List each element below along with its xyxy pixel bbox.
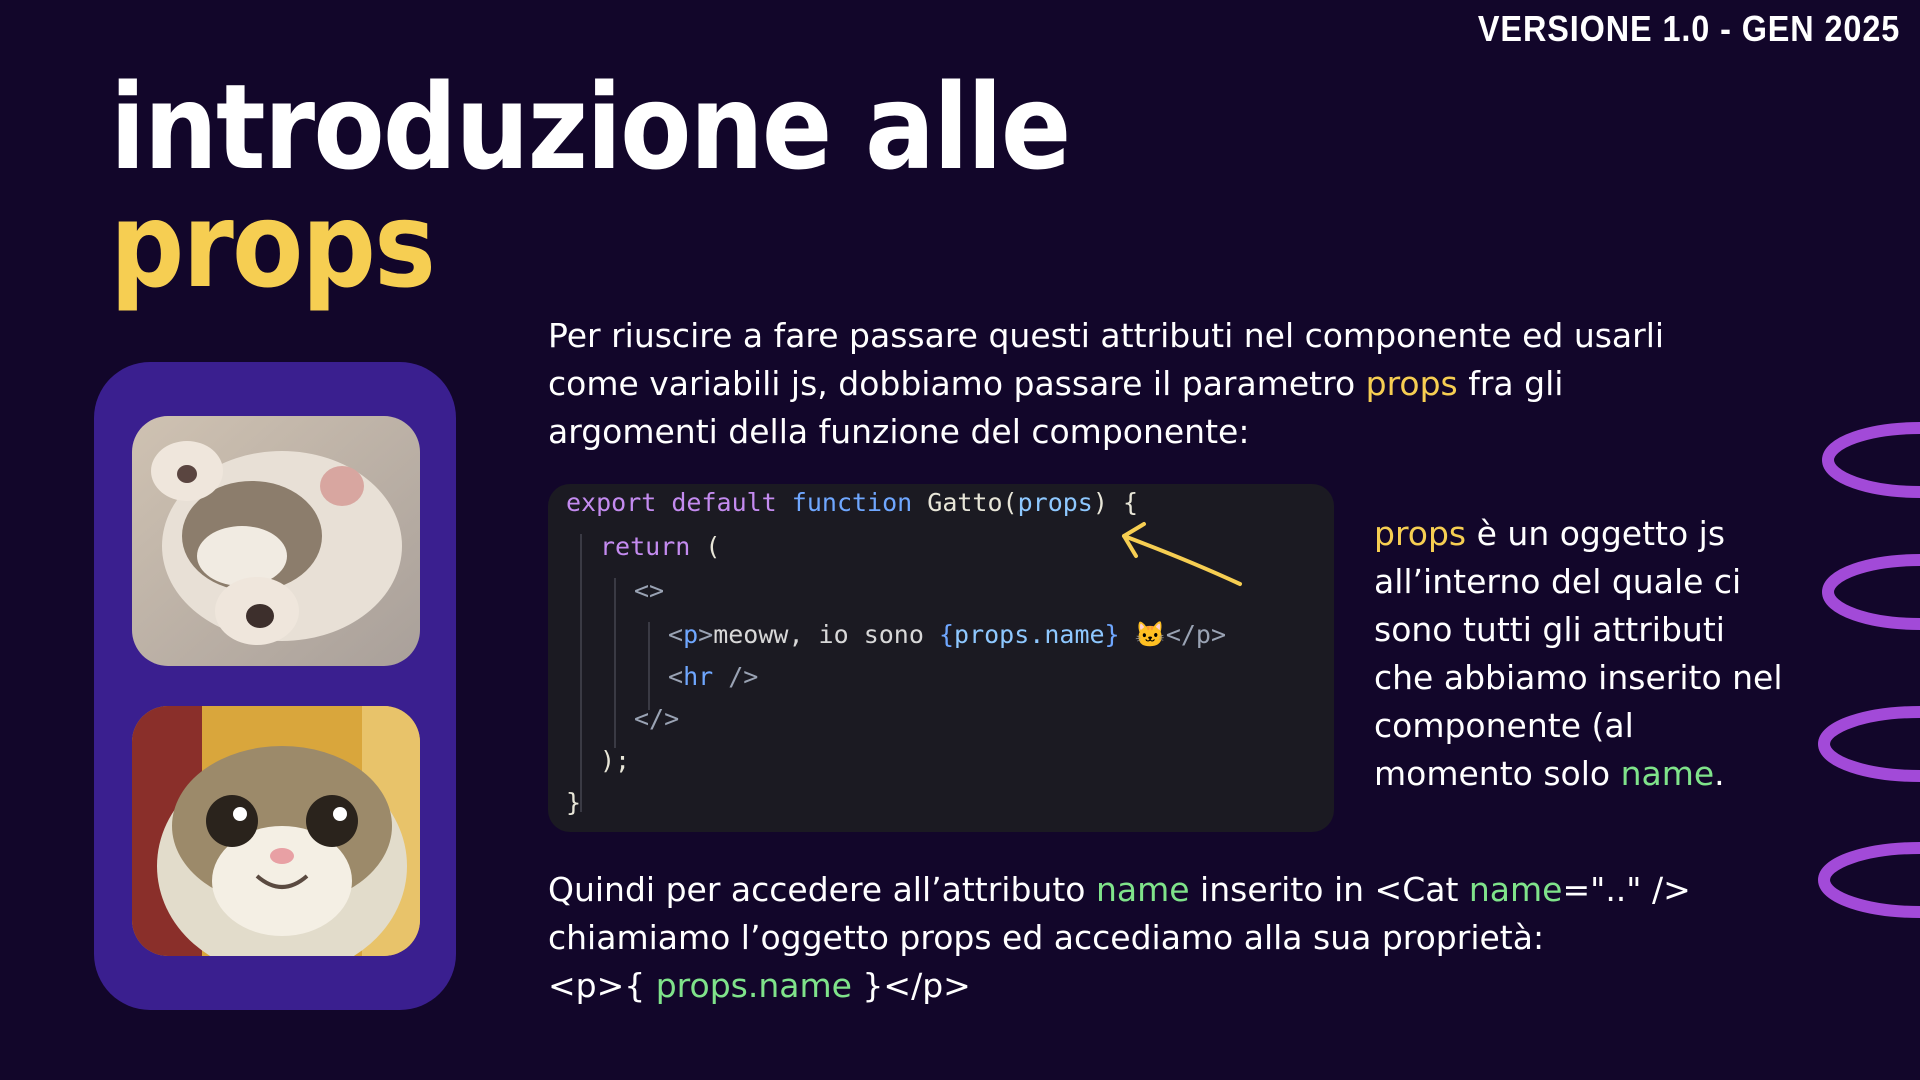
side-note: props è un oggetto js all’interno del qu… [1374, 510, 1794, 798]
decorative-rings [1818, 422, 1920, 918]
bottom-props-name-highlight: props.name [655, 966, 852, 1005]
side-text-1: è un oggetto js all’interno del quale ci… [1374, 514, 1783, 793]
code-line-4: <p>meoww, io sono {props.name} 🐱</p> [668, 620, 1227, 649]
smiling-cat-photo [132, 706, 420, 956]
side-text-2: . [1714, 754, 1725, 793]
bottom-name-highlight-2: name [1468, 870, 1563, 909]
page-title: introduzione alle props [110, 58, 1071, 314]
version-label: VERSIONE 1.0 - GEN 2025 [1477, 8, 1900, 49]
code-line-6: </> [634, 704, 680, 733]
code-line-3: <> [634, 576, 665, 605]
bottom-name-highlight-1: name [1095, 870, 1190, 909]
intro-paragraph: Per riuscire a fare passare questi attri… [548, 312, 1688, 456]
code-line-7: ); [600, 746, 631, 775]
code-line-8: } [566, 788, 582, 817]
indent-guide [648, 622, 650, 710]
cat-face-icon: 🐱 [1134, 620, 1166, 649]
indent-guide [580, 534, 582, 812]
photo-card [94, 362, 456, 1010]
side-props-highlight: props [1374, 514, 1467, 553]
arrow-icon [1122, 522, 1242, 586]
title-line-1: introduzione alle [110, 58, 1071, 196]
indent-guide [614, 578, 616, 748]
code-line-1: export default function Gatto(props) { [566, 488, 1139, 517]
code-line-2: return ( [600, 532, 721, 561]
bottom-paragraph: Quindi per accedere all’attributo name i… [548, 870, 1691, 1005]
intro-props-highlight: props [1365, 364, 1458, 403]
title-line-2: props [110, 176, 436, 314]
sleeping-kitten-photo [132, 416, 420, 666]
code-line-5: <hr /> [668, 662, 759, 691]
side-name-highlight: name [1620, 754, 1715, 793]
